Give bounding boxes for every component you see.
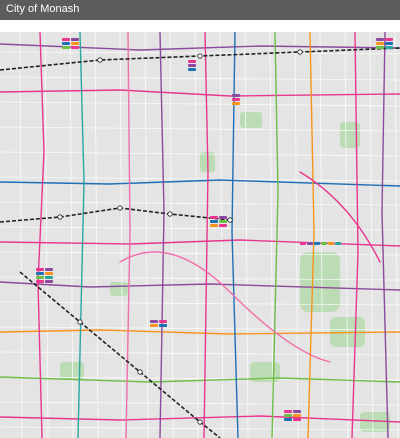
- map-page: City of Monash Effective March 2011 metl…: [0, 0, 400, 438]
- station-marker: [57, 214, 63, 220]
- route-map-canvas[interactable]: [0, 32, 400, 438]
- station-marker: [167, 211, 173, 217]
- map-title: City of Monash: [6, 3, 80, 15]
- park-area: [110, 282, 128, 296]
- station-marker: [197, 53, 203, 59]
- route-map[interactable]: [0, 32, 400, 438]
- station-marker: [137, 369, 143, 375]
- station-marker: [197, 419, 203, 425]
- station-marker: [117, 205, 123, 211]
- station-marker: [77, 319, 83, 325]
- subheader-bar: Effective March 2011 metlink: [0, 20, 400, 49]
- station-marker: [227, 217, 233, 223]
- station-marker: [97, 57, 103, 63]
- route-tag-cluster: [188, 60, 196, 71]
- station-marker: [297, 49, 303, 55]
- header-bar: City of Monash: [0, 0, 400, 20]
- route-tag-cluster: [232, 94, 240, 105]
- park-area: [300, 252, 340, 312]
- park-area: [240, 112, 262, 128]
